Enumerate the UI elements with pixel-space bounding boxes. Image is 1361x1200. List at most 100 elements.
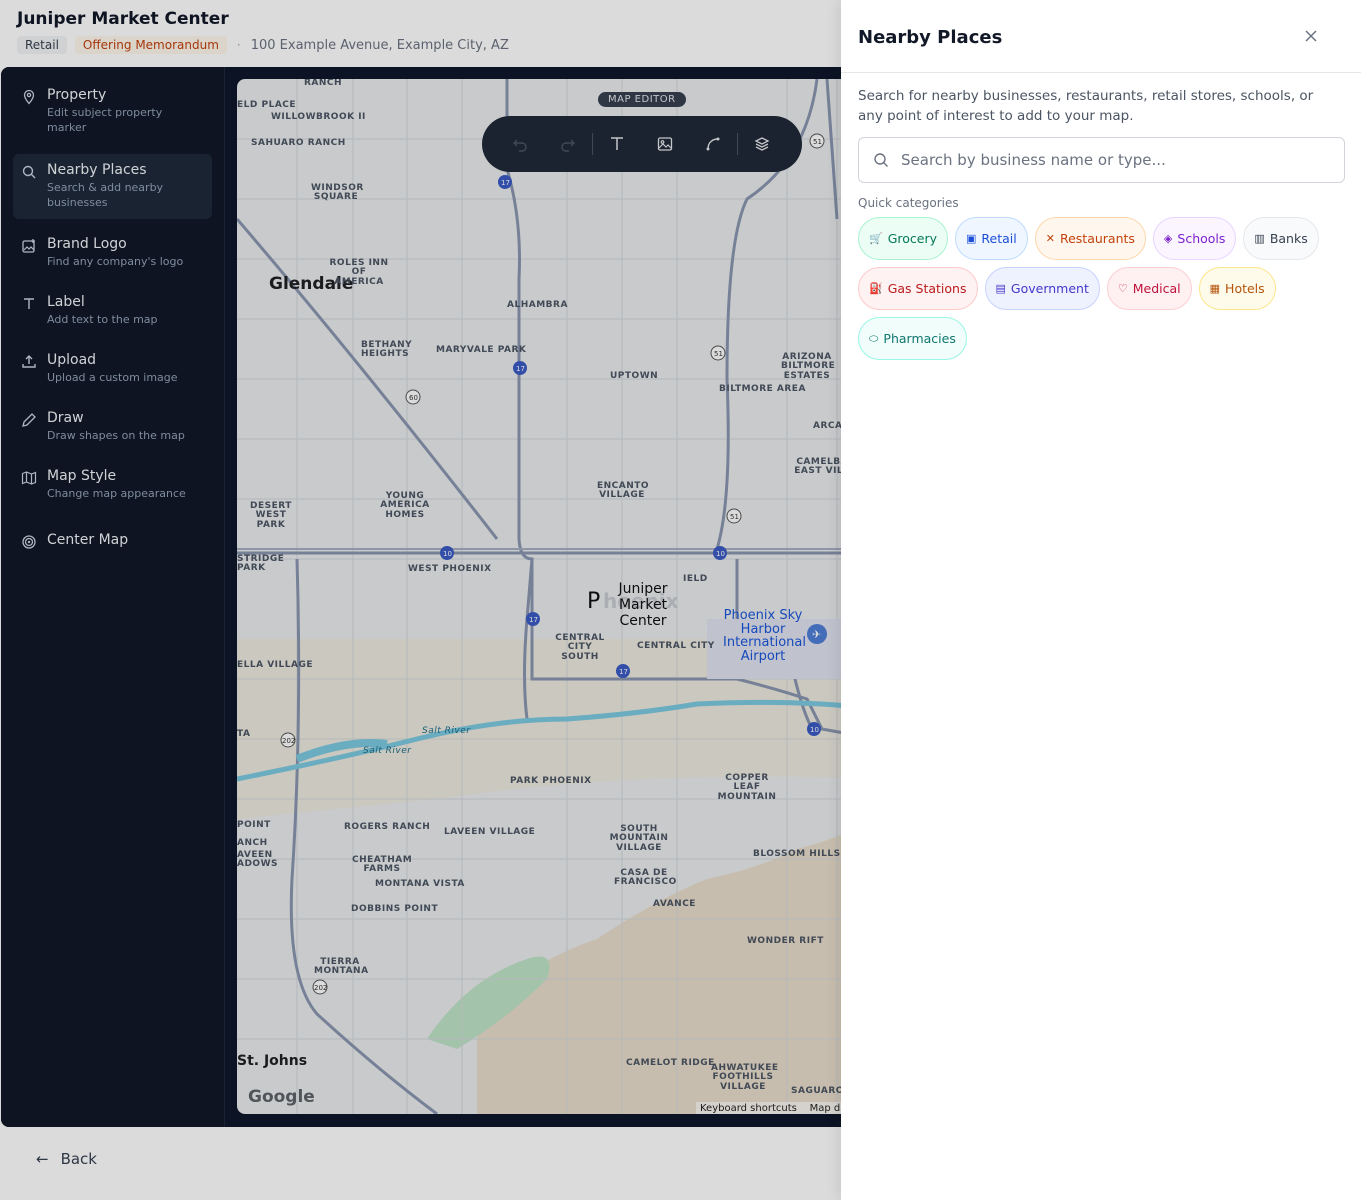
sidebar-item-subtitle: Edit subject property marker	[47, 106, 163, 135]
property-marker[interactable]: P	[587, 589, 600, 614]
sidebar-item-title: Nearby Places	[47, 162, 147, 178]
category-icon: ▦	[1209, 282, 1221, 295]
sidebar-item-upload[interactable]: Upload Upload a custom image	[13, 344, 212, 393]
svg-text:60: 60	[409, 394, 418, 402]
svg-text:202: 202	[282, 737, 295, 745]
category-chip-pharmacies[interactable]: ⬭ Pharmacies	[858, 317, 967, 360]
add-text-button[interactable]	[593, 124, 641, 164]
category-icon: ✕	[1045, 232, 1055, 245]
add-image-button[interactable]	[641, 124, 689, 164]
category-chip-retail[interactable]: ▣ Retail	[955, 217, 1028, 260]
undo-button[interactable]	[496, 124, 544, 164]
panel-header: Nearby Places	[841, 0, 1361, 73]
category-chip-government[interactable]: ▤ Government	[984, 267, 1100, 310]
sidebar-item-title: Brand Logo	[47, 236, 127, 252]
svg-text:51: 51	[730, 513, 739, 521]
close-button[interactable]	[1301, 27, 1321, 47]
text-icon	[611, 137, 623, 150]
sidebar-item-property[interactable]: Property Edit subject property marker	[13, 79, 212, 144]
category-chip-hotels[interactable]: ▦ Hotels	[1198, 267, 1276, 310]
map-label-river: Salt River	[363, 746, 412, 756]
map-label: YOUNG AMERICA HOMES	[380, 491, 430, 520]
sidebar-item-subtitle: Add text to the map	[47, 313, 158, 326]
category-chip-gas-stations[interactable]: ⛽ Gas Stations	[858, 267, 978, 310]
map-label: ELD PLACE	[237, 100, 297, 110]
svg-text:17: 17	[501, 179, 510, 187]
svg-text:202: 202	[314, 984, 327, 992]
map-label: WILLOWBROOK II	[271, 112, 366, 122]
category-chip-restaurants[interactable]: ✕ Restaurants	[1034, 217, 1146, 260]
header-meta: Retail Offering Memorandum · 100 Example…	[17, 36, 509, 54]
sidebar-item-subtitle: Upload a custom image	[47, 371, 178, 384]
category-chip-banks[interactable]: ▥ Banks	[1243, 217, 1319, 260]
search-box	[858, 137, 1345, 183]
map-label: DESERT WEST PARK	[250, 501, 292, 530]
map-label: IELD	[683, 574, 708, 584]
map-label: AVANCE	[653, 899, 696, 909]
map-label: SOUTH MOUNTAIN VILLAGE	[609, 824, 669, 853]
map-label: MARYVALE PARK	[436, 345, 527, 355]
keyboard-shortcuts-link[interactable]: Keyboard shortcuts	[700, 1103, 797, 1114]
svg-text:17: 17	[516, 365, 525, 373]
redo-button[interactable]	[544, 124, 592, 164]
sidebar-item-nearby-places[interactable]: Nearby Places Search & add nearby busine…	[13, 154, 212, 219]
panel-description: Search for nearby businesses, restaurant…	[858, 88, 1314, 125]
map-label: SAHUARO RANCH	[251, 138, 346, 148]
map-label: SAGUARO	[791, 1086, 844, 1096]
text-icon	[24, 298, 34, 309]
map-label: TIERRA MONTANA	[314, 957, 369, 977]
draw-path-icon	[706, 137, 720, 151]
map-label: POINT	[237, 820, 271, 830]
layers-button[interactable]	[738, 124, 786, 164]
back-button[interactable]: ← Back	[36, 1150, 97, 1168]
sidebar-item-subtitle: Search & add nearby businesses	[47, 181, 164, 210]
arrow-left-icon: ←	[36, 1150, 49, 1168]
map-label-river: Salt River	[422, 726, 471, 736]
category-label: Pharmacies	[883, 331, 956, 346]
category-icon: ▤	[995, 282, 1006, 295]
map-label: ARCA	[813, 421, 843, 431]
map-label: ROGERS RANCH	[344, 822, 431, 832]
category-label: Gas Stations	[887, 281, 967, 296]
panel-title: Nearby Places	[858, 27, 1003, 48]
svg-text:10: 10	[716, 550, 725, 558]
category-icon: ♡	[1117, 282, 1128, 295]
editor-sidebar: Property Edit subject property marker Ne…	[1, 67, 225, 1127]
map-label-st-johns: St. Johns	[237, 1053, 308, 1069]
svg-text:51: 51	[714, 350, 723, 358]
search-input[interactable]	[901, 151, 1331, 169]
category-chip-medical[interactable]: ♡ Medical	[1106, 267, 1192, 310]
map-label: COPPER LEAF MOUNTAIN	[717, 773, 777, 802]
sidebar-item-center-map[interactable]: Center Map	[13, 524, 212, 556]
category-label: Government	[1010, 281, 1089, 296]
draw-path-button[interactable]	[689, 124, 737, 164]
sidebar-item-draw[interactable]: Draw Draw shapes on the map	[13, 402, 212, 451]
category-icon: ⬭	[869, 331, 879, 345]
category-chip-grocery[interactable]: 🛒 Grocery	[858, 217, 949, 260]
map-label: ARIZONA BILTMORE ESTATES	[781, 352, 836, 381]
sidebar-item-title: Label	[47, 294, 85, 310]
nearby-places-panel: Nearby Places Search for nearby business…	[841, 0, 1361, 1200]
map-label: CENTRAL CITY SOUTH	[555, 633, 605, 662]
sidebar-item-subtitle: Draw shapes on the map	[47, 429, 185, 442]
sidebar-item-brand-logo[interactable]: Brand Logo Find any company's logo	[13, 228, 212, 277]
property-address: 100 Example Avenue, Example City, AZ	[250, 37, 509, 53]
sidebar-item-label[interactable]: Label Add text to the map	[13, 286, 212, 335]
google-logo: Google	[248, 1087, 315, 1107]
map-label: AHWATUKEE FOOTHILLS VILLAGE	[711, 1063, 779, 1092]
upload-icon	[22, 355, 36, 368]
sidebar-item-map-style[interactable]: Map Style Change map appearance	[13, 460, 212, 509]
category-icon: 🛒	[869, 232, 883, 245]
map-label: BILTMORE AREA	[719, 384, 806, 394]
separator-dot: ·	[236, 38, 241, 52]
map-label: LAVEEN VILLAGE	[444, 827, 536, 837]
property-label: Juniper Market Center	[618, 581, 668, 630]
pencil-icon	[22, 413, 36, 427]
map-canvas[interactable]: ✈ 17 51 17 51 60 10 10 17 17 51 202 202 …	[237, 79, 877, 1114]
quick-categories-label: Quick categories	[858, 196, 959, 210]
map-label: TA	[237, 729, 251, 739]
map-label: MONTANA VISTA	[375, 879, 465, 889]
category-chip-schools[interactable]: ◈ Schools	[1152, 217, 1237, 260]
map-label: DOBBINS POINT	[351, 904, 439, 914]
page-title: Juniper Market Center	[17, 9, 229, 29]
